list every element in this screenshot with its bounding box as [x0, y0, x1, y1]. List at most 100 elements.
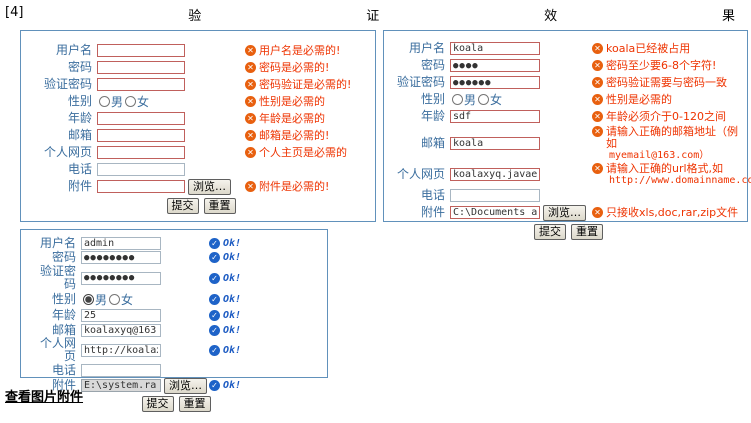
title-index: [4]: [5, 5, 23, 20]
email-input[interactable]: [97, 129, 185, 142]
form-row: 性别 男女 ✕性别是必需的: [392, 91, 745, 108]
confirm-password-input[interactable]: [81, 272, 161, 285]
phone-input[interactable]: [81, 364, 161, 377]
submit-button[interactable]: 提交: [534, 224, 566, 240]
attachment-input[interactable]: [97, 180, 185, 193]
submit-button[interactable]: 提交: [167, 198, 199, 214]
form-row: 邮箱 ✕邮箱是必需的!: [31, 127, 371, 144]
form-row: 密码 ✕密码是必需的!: [31, 59, 371, 76]
gender-male-label: 男: [95, 291, 107, 308]
error-icon: ✕: [592, 207, 603, 218]
error-icon: ✕: [245, 147, 256, 158]
form-row: 用户名 ✕koala已经被占用: [392, 40, 745, 57]
validation-error: ✕只接收xls,doc,rar,zip文件: [592, 206, 738, 219]
error-icon: ✕: [592, 163, 603, 174]
submit-button[interactable]: 提交: [142, 396, 174, 412]
reset-button[interactable]: 重置: [204, 198, 236, 214]
page-title: [4] 验 证 效 果: [0, 0, 751, 24]
email-input[interactable]: [450, 137, 540, 150]
gender-female-radio[interactable]: [478, 94, 489, 105]
validation-error: ✕密码至少要6-8个字符!: [592, 59, 716, 72]
phone-input[interactable]: [97, 163, 185, 176]
gender-male-radio[interactable]: [452, 94, 463, 105]
age-input[interactable]: [97, 112, 185, 125]
email-label: 邮箱: [392, 137, 450, 150]
username-input[interactable]: [450, 42, 540, 55]
validation-error: ✕用户名是必需的!: [245, 44, 340, 57]
validation-error: ✕附件是必需的!: [245, 180, 329, 193]
form-row: 验证密码 ✓Ok!: [29, 265, 323, 291]
form-row: 用户名 ✕用户名是必需的!: [31, 42, 371, 59]
validation-ok: ✓Ok!: [209, 324, 241, 337]
error-text: 密码验证需要与密码一致: [606, 77, 727, 89]
email-input[interactable]: [81, 324, 161, 337]
title-char: 果: [722, 5, 735, 24]
confirm-password-input[interactable]: [450, 76, 540, 89]
form-row: 验证密码 ✕密码验证是必需的!: [31, 76, 371, 93]
error-text: 请输入正确的邮箱地址（例如myemail@163.com）: [606, 126, 745, 162]
phone-input[interactable]: [450, 189, 540, 202]
confirm-password-label: 验证密码: [29, 265, 81, 291]
form-panel-format-errors: 用户名 ✕koala已经被占用 密码 ✕密码至少要6-8个字符! 验证密码 ✕密…: [383, 30, 748, 222]
website-input[interactable]: [450, 168, 540, 181]
title-char: 证: [366, 5, 379, 24]
ok-text: Ok!: [223, 294, 241, 306]
browse-button[interactable]: 浏览…: [188, 179, 231, 195]
website-input[interactable]: [97, 146, 185, 159]
ok-icon: ✓: [209, 273, 220, 284]
error-text: 只接收xls,doc,rar,zip文件: [606, 207, 738, 219]
error-icon: ✕: [245, 181, 256, 192]
browse-button[interactable]: 浏览…: [164, 378, 207, 394]
username-input[interactable]: [81, 237, 161, 250]
reset-button[interactable]: 重置: [179, 396, 211, 412]
form-row: 电话: [29, 363, 323, 378]
password-input[interactable]: [97, 61, 185, 74]
form-row: 电话: [31, 161, 371, 178]
gender-label: 性别: [29, 293, 81, 306]
age-input[interactable]: [81, 309, 161, 322]
gender-female-radio[interactable]: [109, 294, 120, 305]
error-text: 密码验证是必需的!: [259, 79, 351, 91]
confirm-password-label: 验证密码: [31, 78, 97, 91]
validation-error: ✕密码验证需要与密码一致: [592, 76, 727, 89]
gender-male-radio[interactable]: [83, 294, 94, 305]
view-image-attachment-link[interactable]: 查看图片附件: [5, 386, 83, 405]
error-text: 用户名是必需的!: [259, 45, 340, 57]
password-label: 密码: [31, 61, 97, 74]
attachment-input[interactable]: [81, 379, 161, 392]
error-icon: ✕: [245, 45, 256, 56]
password-input[interactable]: [450, 59, 540, 72]
attachment-input[interactable]: [450, 206, 540, 219]
password-input[interactable]: [81, 251, 161, 264]
form-row: 性别 男女 ✕性别是必需的: [31, 93, 371, 110]
ok-icon: ✓: [209, 345, 220, 356]
website-label: 个人网页: [29, 337, 81, 363]
gender-female-radio[interactable]: [125, 96, 136, 107]
reset-button[interactable]: 重置: [571, 224, 603, 240]
form-actions: 提交 重置: [31, 198, 371, 214]
website-input[interactable]: [81, 344, 161, 357]
age-label: 年龄: [392, 110, 450, 123]
phone-label: 电话: [29, 364, 81, 377]
confirm-password-label: 验证密码: [392, 76, 450, 89]
gender-label: 性别: [31, 95, 97, 108]
validation-error: ✕性别是必需的: [592, 93, 672, 106]
browse-button[interactable]: 浏览…: [543, 205, 586, 221]
error-icon: ✕: [245, 79, 256, 90]
form-row: 个人网页 ✓Ok!: [29, 337, 323, 363]
age-input[interactable]: [450, 110, 540, 123]
confirm-password-input[interactable]: [97, 78, 185, 91]
validation-error: ✕密码是必需的!: [245, 61, 329, 74]
password-label: 密码: [29, 251, 81, 264]
gender-male-radio[interactable]: [99, 96, 110, 107]
gender-female-label: 女: [137, 93, 149, 110]
form-panel-required-errors: 用户名 ✕用户名是必需的! 密码 ✕密码是必需的! 验证密码 ✕密码验证是必需的…: [20, 30, 376, 222]
gender-female-label: 女: [121, 291, 133, 308]
ok-text: Ok!: [223, 345, 241, 357]
email-label: 邮箱: [31, 129, 97, 142]
form-row: 用户名 ✓Ok!: [29, 236, 323, 251]
error-text-line2: myemail@163.com）: [606, 150, 745, 162]
ok-text: Ok!: [223, 310, 241, 322]
error-icon: ✕: [245, 96, 256, 107]
username-input[interactable]: [97, 44, 185, 57]
